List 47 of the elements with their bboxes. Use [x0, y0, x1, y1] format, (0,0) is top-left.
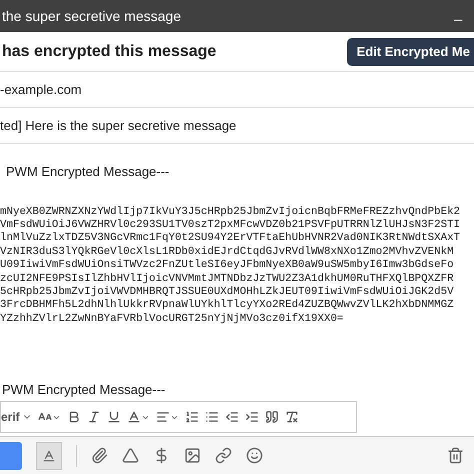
- encryption-notice: has encrypted this message: [2, 42, 216, 62]
- formatting-button[interactable]: [36, 442, 62, 470]
- cipher-text-line: VzNIR3duS3lYQkRGeVl0cXlsL1RDb0xidEJrdCtqdGJvRVdlWW8xNXo1Zmo2MVhvZVENkM: [0, 246, 454, 259]
- italic-icon: [86, 410, 101, 424]
- smiley-button[interactable]: [246, 447, 263, 464]
- cipher-text-line: U09IiwiVmFsdWUiOnsiTWVzc2FnZUtleSI6eyJFbmNyeXB0aW9uSW5mbyI6Imw3bGdseFo: [0, 259, 454, 273]
- recipient-field[interactable]: -example.com: [0, 80, 82, 100]
- send-button[interactable]: [0, 442, 22, 470]
- cipher-text-line: zcUI2NFE9PSIsIlZhbHVlIjoicVNVMmtJMTNDbzJzTWU2Z3A1dkhUM0RuTHFXQlBPQXZFR: [0, 272, 454, 286]
- window-title: the super secretive message: [2, 6, 181, 26]
- align-icon: [156, 410, 170, 424]
- quote-button[interactable]: [264, 410, 279, 424]
- font-dropdown[interactable]: erif: [1, 408, 32, 426]
- subject-field[interactable]: ted] Here is the super secretive message: [0, 116, 236, 136]
- quote-icon: [264, 410, 279, 424]
- cipher-text-line: VmFsdWUiOiJ6VWZHRVl0c293SU1TV0szT2pxMFcwVDZ0b21PSVFpUTRRNlZlUHJsN3F2STI: [0, 218, 460, 232]
- remove-formatting-button[interactable]: [284, 410, 299, 424]
- message-footer: PWM Encrypted Message---: [0, 380, 474, 399]
- indent-more-icon: [244, 410, 259, 424]
- numbered-list-button[interactable]: [184, 410, 199, 424]
- paperclip-button[interactable]: [91, 447, 108, 464]
- cipher-text-line: YZzhhZVlrL2ZwNnBYaFVRblVocURGT25nYjNjMVo3cz0ifX19XX0=: [0, 312, 344, 324]
- message-header: PWM Encrypted Message---: [5, 163, 170, 181]
- bulleted-list-button[interactable]: [204, 410, 219, 424]
- underline-button[interactable]: [106, 410, 121, 424]
- triangle-button[interactable]: [122, 447, 139, 464]
- text-color-button[interactable]: [126, 410, 150, 424]
- cipher-text-line: mNyeXB0ZWRNZXNzYWdlIjp7IkVuY3J5cHRpb25JbmZvIjoicnBqbFRMeFREZzhvQndPbEk2: [0, 206, 460, 219]
- delete-button[interactable]: [447, 447, 464, 464]
- cipher-text-line: 3FrcDBHMFh5L2dhNlhlUkkrRVpnaWlUYkhlTlcyYXo2REd4ZUZBQWwvZVlLK2hXbDNMMGZ: [0, 299, 454, 313]
- link-button[interactable]: [215, 447, 232, 464]
- italic-button[interactable]: [86, 410, 101, 424]
- align-button[interactable]: [156, 410, 179, 424]
- numbered-list-icon: [184, 410, 199, 424]
- remove-formatting-icon: [284, 410, 299, 424]
- indent-less-icon: [224, 410, 239, 424]
- cipher-text-line: 5cHRpb25JbmZvIjoiVWVDMHBRQTJSSUE0UXdMOHhLZkJEUT09IiwiVmFsdWUiOiJGK2d5V: [0, 286, 454, 299]
- edit-encrypted-button[interactable]: Edit Encrypted Me: [346, 38, 474, 66]
- text-format-icon: [42, 448, 56, 462]
- underline-icon: [106, 410, 121, 424]
- indent-less-button[interactable]: [224, 410, 239, 424]
- bulleted-list-icon: [204, 410, 219, 424]
- image-button[interactable]: [184, 447, 201, 464]
- text-color-icon: [126, 410, 141, 424]
- cipher-text-line: lnMlVuZzlxTDZ5V3NGcVRmc1FqY0t2SU94Y2ErVTFtaEhUbHVNR2Vad0NIK3RtNWdtSXAxT: [0, 232, 460, 246]
- minimize-button[interactable]: _: [454, 6, 462, 26]
- indent-more-button[interactable]: [244, 410, 259, 424]
